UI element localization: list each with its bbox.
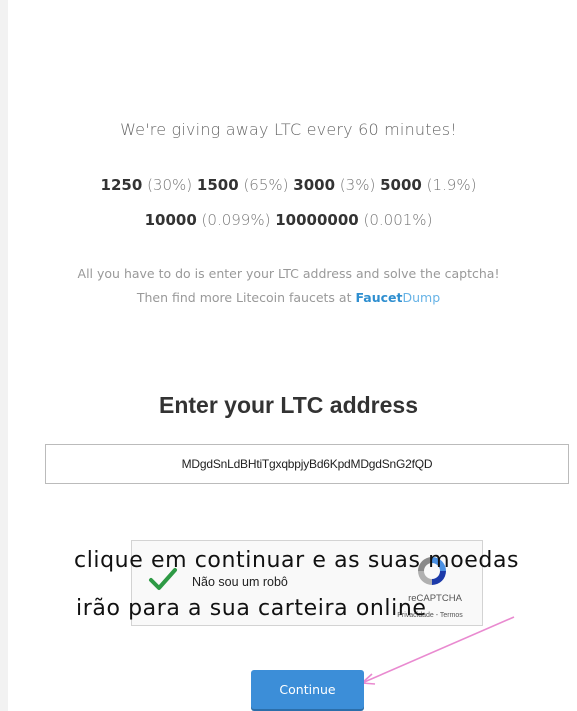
odds-percent: (65%) <box>243 176 289 194</box>
odds-amount: 10000 <box>144 211 197 229</box>
info-prefix: Then find more Litecoin faucets at <box>136 290 356 305</box>
continue-button[interactable]: Continue <box>251 670 364 709</box>
address-form-title: Enter your LTC address <box>158 392 419 418</box>
odds-amount: 1500 <box>196 176 239 194</box>
odds-percent: (3%) <box>339 176 376 194</box>
odds-percent: (0.001%) <box>363 211 433 229</box>
odds-row-1: 1250 (30%) 1500 (65%) 3000 (3%) 5000 (1.… <box>0 176 577 194</box>
odds-percent: (1.9%) <box>426 176 477 194</box>
brand-faucet: Faucet <box>355 290 403 305</box>
info-text-line-2: Then find more Litecoin faucets at Fauce… <box>0 290 577 305</box>
info-text-line-1: All you have to do is enter your LTC add… <box>77 266 500 281</box>
odds-amount: 10000000 <box>275 211 359 229</box>
ltc-address-value: MDgdSnLdBHtiTgxqbpjyBd6KpdMDgdSnG2fQD <box>181 457 433 471</box>
captcha-label: Não sou um robô <box>192 575 288 589</box>
odds-percent: (0.099%) <box>201 211 271 229</box>
faucetdump-link[interactable]: FaucetDump <box>355 290 440 305</box>
odds-amount: 3000 <box>293 176 336 194</box>
headline: We're giving away LTC every 60 minutes! <box>120 120 457 139</box>
brand-dump: Dump <box>402 290 441 305</box>
overlay-caption-line-2: irão para a sua carteira online <box>76 596 427 621</box>
odds-amount: 5000 <box>380 176 422 194</box>
odds-amount: 1250 <box>100 176 143 194</box>
ltc-address-input[interactable]: MDgdSnLdBHtiTgxqbpjyBd6KpdMDgdSnG2fQD <box>45 444 569 484</box>
odds-row-2: 10000 (0.099%) 10000000 (0.001%) <box>0 211 577 229</box>
odds-percent: (30%) <box>147 176 193 194</box>
overlay-caption-line-1: clique em continuar e as suas moedas <box>74 548 520 573</box>
